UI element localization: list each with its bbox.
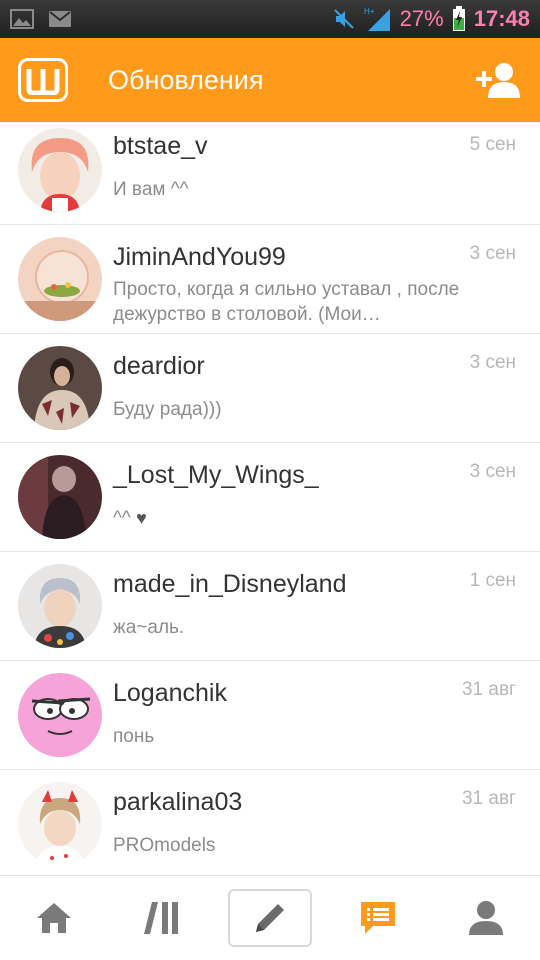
heart-icon: ♥ bbox=[136, 508, 147, 528]
avatar[interactable] bbox=[18, 564, 102, 648]
add-user-icon bbox=[476, 63, 520, 98]
list-item[interactable]: _Lost_My_Wings_ 3 сен ^^ ♥ bbox=[0, 443, 540, 552]
profile-icon bbox=[469, 901, 503, 935]
battery-percent: 27% bbox=[399, 6, 444, 31]
avatar[interactable] bbox=[18, 782, 102, 866]
library-icon bbox=[144, 902, 178, 934]
home-icon bbox=[37, 903, 71, 933]
add-user-button[interactable] bbox=[468, 50, 528, 110]
list-item[interactable]: Loganchik 31 авг понь bbox=[0, 661, 540, 770]
avatar[interactable] bbox=[18, 237, 102, 321]
messages-icon bbox=[361, 902, 395, 934]
avatar[interactable] bbox=[18, 673, 102, 757]
nav-profile-button[interactable] bbox=[444, 889, 528, 947]
signal-icon: H+ bbox=[364, 6, 392, 32]
timestamp: 1 сен bbox=[469, 570, 516, 591]
battery-charging-icon bbox=[452, 6, 466, 32]
list-item[interactable]: JiminAndYou99 3 сен Просто, когда я силь… bbox=[0, 225, 540, 334]
nav-compose-button[interactable] bbox=[228, 889, 312, 947]
timestamp: 31 авг bbox=[461, 679, 516, 700]
nav-messages-button[interactable] bbox=[336, 889, 420, 947]
timestamp: 31 авг bbox=[461, 788, 516, 809]
gallery-icon bbox=[10, 9, 34, 29]
username: Loganchik bbox=[113, 679, 227, 707]
clock: 17:48 bbox=[473, 6, 530, 31]
username: JiminAndYou99 bbox=[113, 243, 286, 271]
message-preview: PROmodels bbox=[113, 835, 216, 856]
bottom-nav bbox=[0, 875, 540, 960]
message-preview: Просто, когда я сильно уставал , после д… bbox=[113, 279, 460, 325]
message-preview: жа~аль. bbox=[113, 617, 185, 638]
app-logo-icon[interactable] bbox=[18, 58, 68, 102]
timestamp: 3 сен bbox=[469, 352, 516, 373]
nav-library-button[interactable] bbox=[120, 889, 204, 947]
message-preview: понь bbox=[113, 726, 155, 747]
list-item[interactable]: parkalina03 31 авг PROmodels bbox=[0, 770, 540, 875]
timestamp: 5 сен bbox=[469, 134, 516, 155]
conversation-list: btstae_v 5 сен И вам ^^ JiminAndYou99 3 … bbox=[0, 122, 540, 875]
avatar[interactable] bbox=[18, 128, 102, 212]
username: parkalina03 bbox=[113, 788, 243, 816]
username: made_in_Disneyland bbox=[113, 570, 347, 598]
username: _Lost_My_Wings_ bbox=[113, 461, 319, 489]
app-header: Обновления bbox=[0, 38, 540, 122]
message-preview: ^^ ♥ bbox=[113, 508, 147, 529]
mute-icon bbox=[332, 7, 356, 31]
message-preview: Буду рада))) bbox=[113, 399, 222, 420]
list-item[interactable]: made_in_Disneyland 1 сен жа~аль. bbox=[0, 552, 540, 661]
list-item[interactable]: btstae_v 5 сен И вам ^^ bbox=[0, 122, 540, 225]
timestamp: 3 сен bbox=[469, 243, 516, 264]
nav-home-button[interactable] bbox=[12, 889, 96, 947]
page-title: Обновления bbox=[108, 64, 264, 95]
username: btstae_v bbox=[113, 132, 208, 160]
message-preview: И вам ^^ bbox=[113, 179, 189, 200]
avatar[interactable] bbox=[18, 455, 102, 539]
svg-text:H+: H+ bbox=[364, 7, 375, 16]
username: deardior bbox=[113, 352, 205, 380]
avatar[interactable] bbox=[18, 346, 102, 430]
list-item[interactable]: deardior 3 сен Буду рада))) bbox=[0, 334, 540, 443]
status-bar: H+ 27% 17:48 bbox=[0, 0, 540, 38]
compose-icon bbox=[256, 904, 284, 932]
mail-icon bbox=[48, 10, 72, 28]
timestamp: 3 сен bbox=[469, 461, 516, 482]
